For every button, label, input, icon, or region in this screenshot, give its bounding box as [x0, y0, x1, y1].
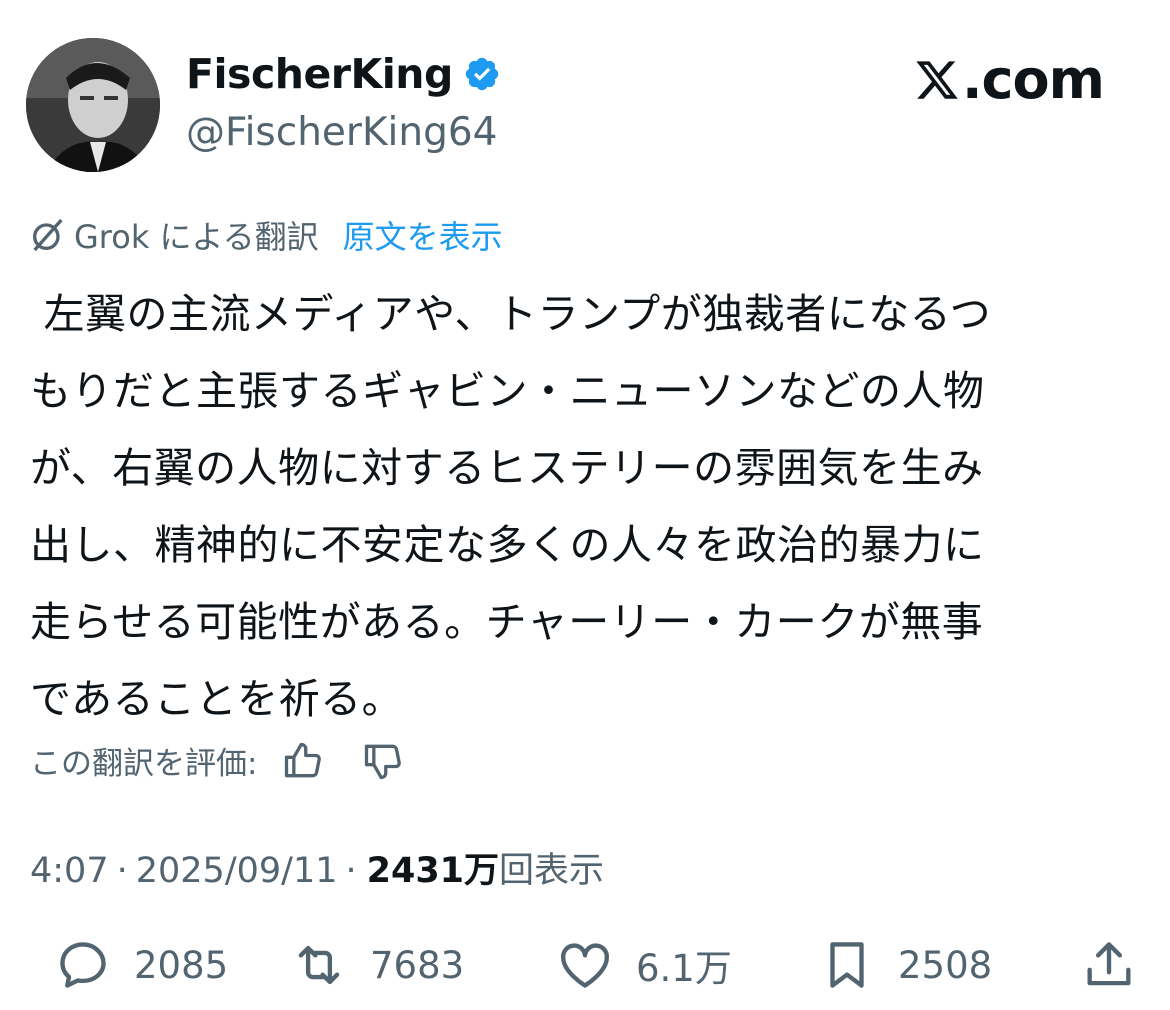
repost-button[interactable]: 7683 [290, 936, 464, 994]
grok-icon [33, 218, 63, 252]
author-display-name[interactable]: FischerKing [186, 50, 453, 98]
like-icon [561, 943, 609, 988]
meta-separator: · [116, 851, 128, 891]
translation-row: Grok による翻訳 原文を表示 [28, 212, 503, 258]
bookmark-count: 2508 [898, 943, 993, 987]
bookmark-button[interactable]: 2508 [818, 936, 992, 994]
thumbs-down-icon[interactable] [361, 739, 405, 783]
tweet-date[interactable]: 2025/09/11 [136, 851, 338, 891]
views-count: 2431万 [366, 851, 500, 891]
tweet-meta: 4:07 · 2025/09/11 · 2431万 回表示 [30, 842, 604, 893]
author-name-row[interactable]: FischerKing [186, 50, 501, 98]
verified-badge-icon [463, 55, 501, 93]
avatar-portrait [26, 38, 160, 172]
thumbs-up-icon[interactable] [281, 739, 325, 783]
reply-button[interactable]: 2085 [54, 936, 228, 994]
repost-count: 7683 [370, 943, 465, 987]
x-logo-suffix: .com [962, 48, 1105, 111]
action-bar: 2085 7683 6.1万 2508 [0, 936, 1170, 1006]
x-logo: .com [914, 48, 1105, 111]
repost-icon [298, 945, 340, 985]
share-button[interactable] [1080, 936, 1138, 994]
x-logo-icon [916, 60, 958, 99]
reply-icon [60, 942, 106, 988]
avatar[interactable] [26, 38, 160, 172]
rate-translation-label: この翻訳を評価: [30, 746, 258, 782]
like-count: 6.1万 [636, 947, 732, 990]
like-button[interactable]: 6.1万 [556, 936, 732, 994]
bookmark-icon [830, 942, 864, 988]
translation-by-label: Grok による翻訳 [74, 218, 319, 256]
tweet-text: 左翼の主流メディアや、トランプが独裁者になるつ もりだと主張するギャビン・ニュー… [30, 290, 992, 723]
tweet-time[interactable]: 4:07 [30, 851, 109, 891]
share-icon [1087, 942, 1131, 986]
views-label: 回表示 [499, 851, 605, 891]
show-original-link[interactable]: 原文を表示 [343, 212, 503, 258]
reply-count: 2085 [134, 943, 229, 987]
author-handle[interactable]: @FischerKing64 [186, 110, 497, 155]
rate-translation-row: この翻訳を評価: [30, 738, 405, 783]
meta-separator: · [345, 851, 357, 891]
